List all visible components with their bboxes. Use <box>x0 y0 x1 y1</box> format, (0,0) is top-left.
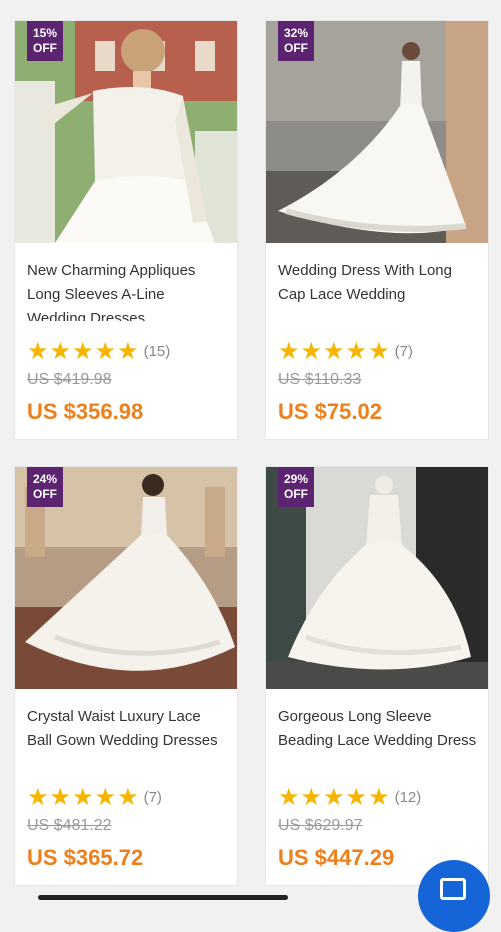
chat-bubble-icon <box>440 878 466 900</box>
star-icon: ★ <box>300 337 323 365</box>
original-price: US $110.33 <box>278 371 362 388</box>
rating-count: (7) <box>143 788 162 806</box>
discount-badge: 29% OFF <box>278 467 314 507</box>
chat-button[interactable] <box>418 860 490 932</box>
discount-badge: 15% OFF <box>27 21 63 61</box>
product-title[interactable]: New Charming Appliques Long Sleeves A-Li… <box>27 259 227 321</box>
discount-suffix: OFF <box>33 487 57 501</box>
star-icon: ★ <box>368 783 390 811</box>
star-icon: ★ <box>323 783 345 811</box>
star-icon: ★ <box>345 783 368 811</box>
star-icon: ★ <box>300 783 323 811</box>
star-icon: ★ <box>345 337 368 365</box>
star-icon: ★ <box>94 337 117 365</box>
star-icon: ★ <box>27 337 49 365</box>
sale-price: US $356.98 <box>27 399 144 424</box>
rating-count: (12) <box>394 788 422 806</box>
discount-percent: 32% <box>283 26 309 40</box>
product-title[interactable]: Crystal Waist Luxury Lace Ball Gown Wedd… <box>27 705 227 767</box>
star-icon: ★ <box>72 337 94 365</box>
product-image[interactable]: 15% OFF <box>15 21 237 243</box>
discount-badge: 32% OFF <box>278 21 314 61</box>
rating: ★ ★ ★ ★ ★ (7) <box>278 339 413 363</box>
product-image[interactable]: 24% OFF <box>15 467 237 689</box>
star-icon: ★ <box>117 337 139 365</box>
star-icon: ★ <box>72 783 94 811</box>
product-image[interactable]: 29% OFF <box>266 467 488 689</box>
star-icon: ★ <box>278 337 300 365</box>
product-title[interactable]: Wedding Dress With Long Cap Lace Wedding <box>278 259 478 321</box>
home-indicator <box>38 895 288 900</box>
discount-percent: 24% <box>32 472 58 486</box>
star-icon: ★ <box>49 337 72 365</box>
rating: ★ ★ ★ ★ ★ (12) <box>278 785 421 809</box>
product-image[interactable]: 32% OFF <box>266 21 488 243</box>
rating-count: (7) <box>394 342 413 360</box>
sale-price: US $365.72 <box>27 845 144 870</box>
discount-percent: 15% <box>32 26 58 40</box>
star-icon: ★ <box>27 783 49 811</box>
product-card[interactable]: 24% OFF Crystal Waist Luxury Lace Ball G… <box>14 466 238 886</box>
original-price: US $481.22 <box>27 817 112 834</box>
star-icon: ★ <box>278 783 300 811</box>
product-card[interactable]: 29% OFF Gorgeous Long Sleeve Beading Lac… <box>265 466 489 886</box>
original-price: US $419.98 <box>27 371 112 388</box>
product-title[interactable]: Gorgeous Long Sleeve Beading Lace Weddin… <box>278 705 478 767</box>
discount-suffix: OFF <box>33 41 57 55</box>
discount-suffix: OFF <box>284 487 308 501</box>
discount-suffix: OFF <box>284 41 308 55</box>
product-card[interactable]: 32% OFF Wedding Dress With Long Cap Lace… <box>265 20 489 440</box>
rating: ★ ★ ★ ★ ★ (7) <box>27 785 162 809</box>
star-icon: ★ <box>368 337 390 365</box>
rating: ★ ★ ★ ★ ★ (15) <box>27 339 170 363</box>
original-price: US $629.97 <box>278 817 363 834</box>
rating-count: (15) <box>143 342 171 360</box>
discount-badge: 24% OFF <box>27 467 63 507</box>
star-icon: ★ <box>323 337 345 365</box>
sale-price: US $447.29 <box>278 845 395 870</box>
discount-percent: 29% <box>283 472 309 486</box>
sale-price: US $75.02 <box>278 399 382 424</box>
product-card[interactable]: 15% OFF New Charming Appliques Long Slee… <box>14 20 238 440</box>
star-icon: ★ <box>117 783 139 811</box>
star-icon: ★ <box>94 783 117 811</box>
star-icon: ★ <box>49 783 72 811</box>
